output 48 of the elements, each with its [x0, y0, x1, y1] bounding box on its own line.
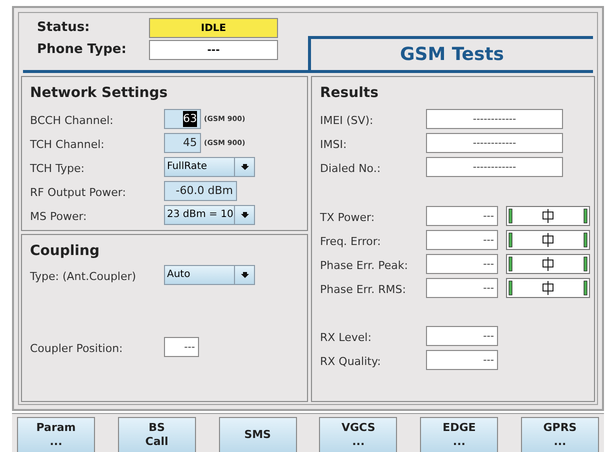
dropdown[interactable]: Auto: [164, 265, 255, 285]
field-label: Freq. Error:: [320, 235, 381, 248]
field-label: Dialed No.:: [320, 162, 381, 175]
number-field[interactable]: 45: [164, 133, 201, 153]
output-field: ---: [426, 230, 498, 250]
output-field: ---: [426, 326, 498, 346]
status-label: Phone Type:: [37, 41, 128, 60]
output-field: ---: [164, 337, 199, 357]
field-label: RF Output Power:: [30, 186, 126, 199]
output-field: ------------: [426, 109, 563, 129]
field-label: TX Power:: [320, 211, 375, 224]
field-label: Coupler Position:: [30, 342, 123, 355]
output-field: ------------: [426, 157, 563, 177]
section-title: Results: [320, 84, 380, 103]
caret-icon: [240, 211, 248, 219]
field-label: BCCH Channel:: [30, 114, 114, 127]
softkey-button[interactable]: SMS: [218, 417, 297, 452]
dropdown[interactable]: 23 dBm = 10: [164, 205, 255, 225]
softkey-button[interactable]: Param ...: [17, 417, 95, 452]
softkey-button[interactable]: GPRS ...: [520, 417, 599, 452]
status-label: Status:: [37, 19, 91, 38]
output-field: ---: [426, 350, 498, 370]
field-label: IMEI (SV):: [320, 114, 374, 127]
output-field: ---: [426, 206, 498, 226]
field-label: TCH Type:: [30, 162, 84, 175]
output-field: ---: [426, 254, 498, 274]
status-value: IDLE: [149, 18, 278, 38]
dropdown[interactable]: FullRate: [164, 157, 255, 177]
field-label: TCH Channel:: [30, 138, 104, 151]
field-label: RX Level:: [320, 331, 372, 344]
output-field: ---: [426, 278, 498, 298]
field-label: RX Quality:: [320, 355, 381, 368]
section-title: Coupling: [30, 242, 100, 261]
field-label: Type: (Ant.Coupler): [30, 270, 136, 283]
field-label: MS Power:: [30, 210, 87, 223]
number-field[interactable]: -60.0 dBm: [164, 181, 237, 201]
number-field[interactable]: 63: [164, 109, 201, 129]
section-title: Network Settings: [30, 84, 169, 103]
softkey-button[interactable]: EDGE ...: [420, 417, 498, 452]
status-value: ---: [149, 40, 278, 60]
output-field: ------------: [426, 133, 563, 153]
caret-icon: [240, 163, 248, 171]
softkey-button[interactable]: BS Call: [118, 417, 196, 452]
field-label: Phase Err. RMS:: [320, 283, 406, 296]
field-label: Phase Err. Peak:: [320, 259, 408, 272]
softkey-button[interactable]: VGCS ...: [319, 417, 398, 452]
field-label: IMSI:: [320, 138, 347, 151]
caret-icon: [240, 271, 248, 279]
